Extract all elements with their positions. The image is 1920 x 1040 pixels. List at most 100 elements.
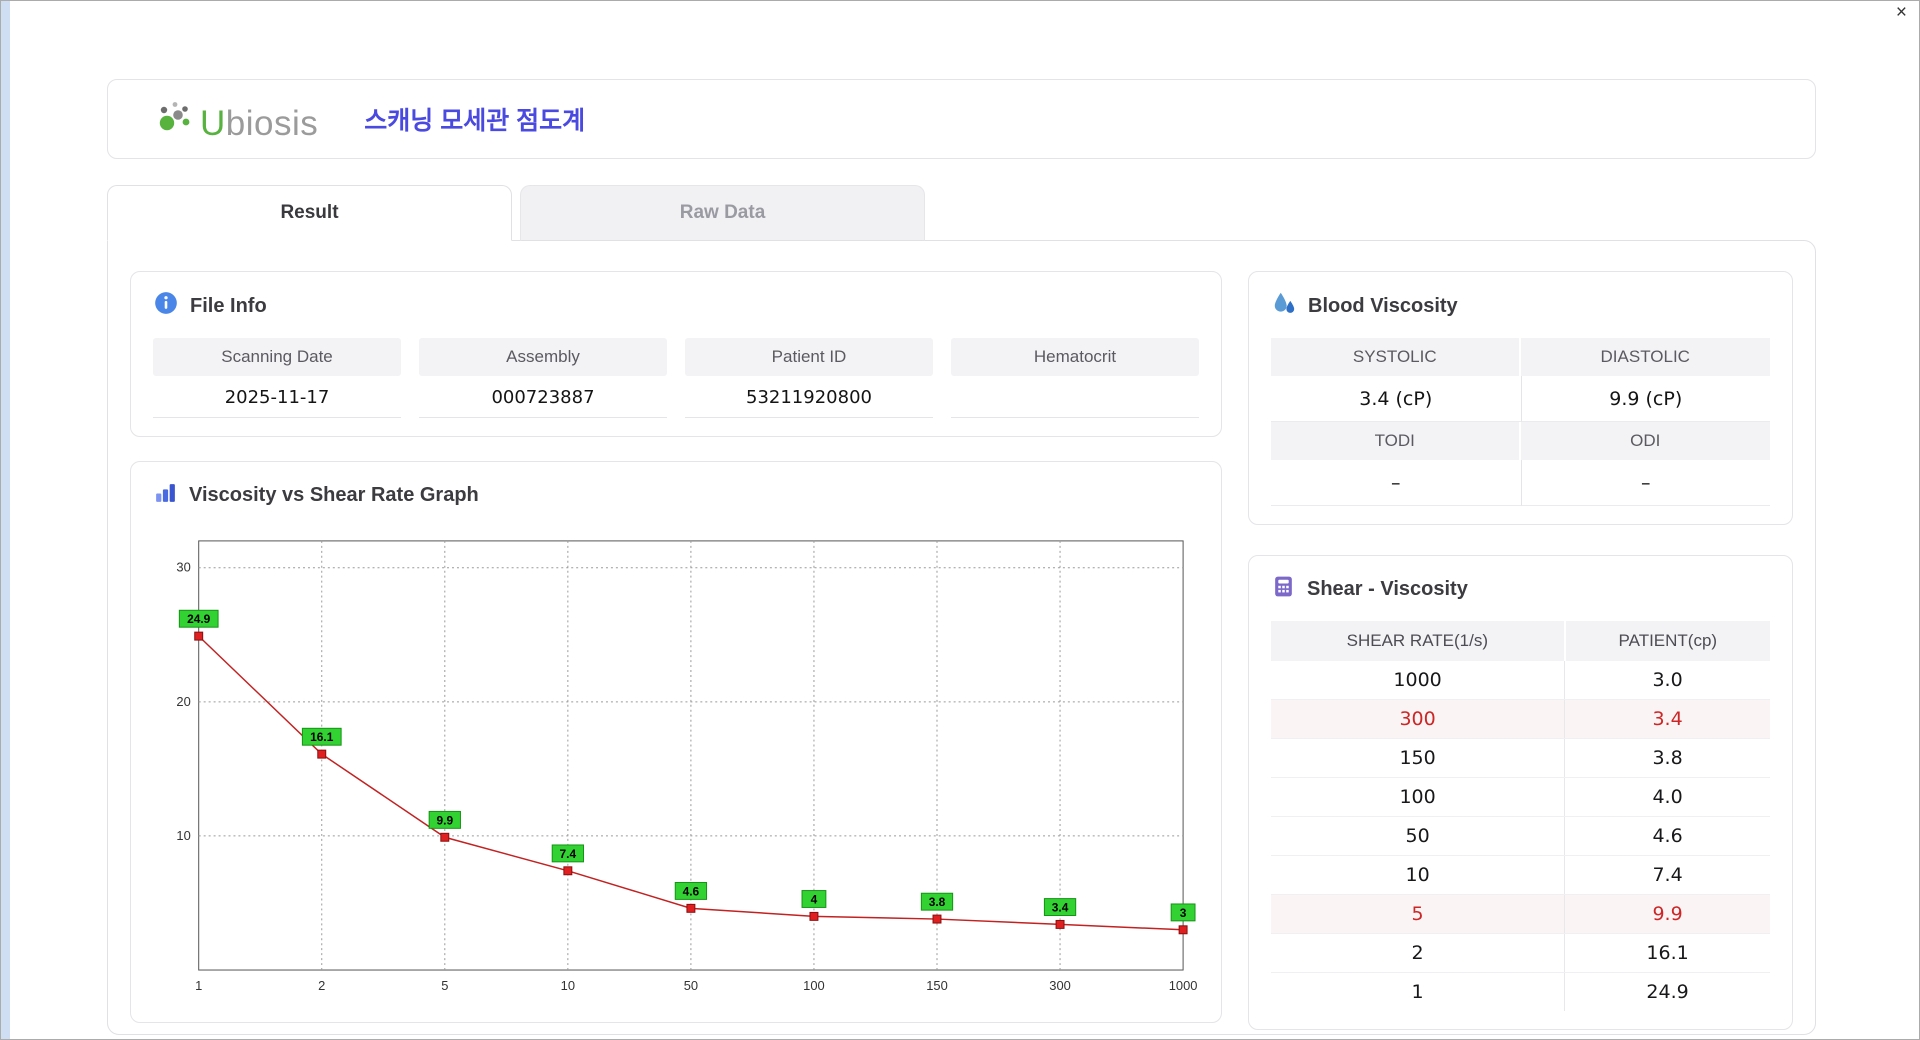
shear-rate-cell: 10 <box>1271 855 1565 895</box>
bar-chart-icon <box>153 480 178 511</box>
todi-label: TODI <box>1271 422 1521 460</box>
shear-viscosity-title: Shear - Viscosity <box>1307 578 1468 600</box>
calculator-icon <box>1271 574 1296 605</box>
table-row: 150 3.8 <box>1271 738 1770 778</box>
blood-viscosity-grid: SYSTOLIC DIASTOLIC 3.4 (cP) 9.9 (cP) TOD… <box>1271 338 1770 506</box>
field-value: 53211920800 <box>685 376 933 418</box>
file-info-title: File Info <box>190 294 267 317</box>
patient-viscosity-cell: 4.0 <box>1564 777 1770 817</box>
svg-text:300: 300 <box>1049 978 1071 993</box>
svg-text:10: 10 <box>176 828 190 843</box>
patient-column-header: PATIENT(cp) <box>1564 621 1770 661</box>
field-value <box>951 376 1199 418</box>
svg-text:3: 3 <box>1180 906 1187 920</box>
field-value: 000723887 <box>419 376 667 418</box>
diastolic-label: DIASTOLIC <box>1520 338 1770 376</box>
shear-rate-cell: 2 <box>1271 933 1565 973</box>
patient-viscosity-cell: 4.6 <box>1564 816 1770 856</box>
svg-text:24.9: 24.9 <box>187 612 211 626</box>
svg-text:5: 5 <box>441 978 448 993</box>
shear-rate-cell: 50 <box>1271 816 1565 856</box>
table-row: 5 9.9 <box>1271 894 1770 934</box>
odi-value: – <box>1520 460 1770 506</box>
shear-viscosity-card: Shear - Viscosity SHEAR RATE(1/s) PATIEN… <box>1248 555 1793 1030</box>
field-label: Scanning Date <box>153 338 401 376</box>
right-column: Blood Viscosity SYSTOLIC DIASTOLIC 3.4 (… <box>1248 271 1793 1030</box>
viscosity-chart: 10 20 30 1 2 5 10 50 100 150 300 1000 24.9 16.1 9.9 7.4… <box>176 540 1198 993</box>
svg-text:4: 4 <box>811 892 818 906</box>
svg-text:20: 20 <box>176 694 190 709</box>
patient-viscosity-cell: 7.4 <box>1564 855 1770 895</box>
shear-rate-column-header: SHEAR RATE(1/s) <box>1271 621 1566 661</box>
page-content: Ubiosis 스캐닝 모세관 점도계 Result Raw Data File… <box>1 1 1919 1035</box>
field-scanning-date: Scanning Date 2025-11-17 <box>153 338 401 418</box>
shear-rate-cell: 1000 <box>1271 661 1565 700</box>
field-label: Patient ID <box>685 338 933 376</box>
todi-value: – <box>1271 460 1521 506</box>
svg-text:9.9: 9.9 <box>437 813 454 827</box>
table-row: 50 4.6 <box>1271 816 1770 856</box>
shear-rate-cell: 5 <box>1271 894 1565 934</box>
systolic-label: SYSTOLIC <box>1271 338 1521 376</box>
graph-title-row: Viscosity vs Shear Rate Graph <box>153 480 1199 511</box>
table-row: 1000 3.0 <box>1271 661 1770 700</box>
diastolic-value: 9.9 (cP) <box>1520 376 1770 422</box>
table-row: 10 7.4 <box>1271 855 1770 895</box>
patient-viscosity-cell: 3.0 <box>1564 661 1770 700</box>
svg-text:10: 10 <box>561 978 575 993</box>
logo-letter-u: U <box>200 103 226 143</box>
shear-rate-cell: 150 <box>1271 738 1565 778</box>
field-assembly: Assembly 000723887 <box>419 338 667 418</box>
left-column: File Info Scanning Date 2025-11-17 Assem… <box>130 271 1222 1023</box>
svg-text:30: 30 <box>176 560 190 575</box>
logo-letters-rest: biosis <box>225 103 319 143</box>
shear-viscosity-title-row: Shear - Viscosity <box>1271 574 1770 605</box>
tab-result[interactable]: Result <box>107 185 512 241</box>
ubiosis-logo: Ubiosis <box>154 98 318 141</box>
svg-text:1: 1 <box>195 978 202 993</box>
shear-rate-cell: 1 <box>1411 981 1424 1003</box>
logo-dots-icon <box>154 98 196 141</box>
svg-text:3.8: 3.8 <box>929 895 946 909</box>
systolic-value: 3.4 (cP) <box>1271 376 1521 422</box>
tab-bar: Result Raw Data <box>107 185 1816 241</box>
water-drops-icon <box>1271 290 1297 322</box>
app-header: Ubiosis 스캐닝 모세관 점도계 <box>107 79 1816 159</box>
field-hematocrit: Hematocrit <box>951 338 1199 418</box>
logo-wordmark: Ubiosis <box>200 106 318 141</box>
shear-rate-cell: 300 <box>1271 699 1565 739</box>
shear-rate-cell: 100 <box>1271 777 1565 817</box>
patient-viscosity-cell: 24.9 <box>1564 972 1770 1011</box>
table-row: 2 16.1 <box>1271 933 1770 973</box>
patient-viscosity-cell: 16.1 <box>1564 933 1770 973</box>
field-patient-id: Patient ID 53211920800 <box>685 338 933 418</box>
svg-text:1000: 1000 <box>1169 978 1198 993</box>
svg-text:150: 150 <box>926 978 948 993</box>
info-icon <box>153 290 179 322</box>
svg-text:3.4: 3.4 <box>1052 901 1069 915</box>
table-row: 1 24.9 <box>1271 972 1770 1011</box>
blood-viscosity-title: Blood Viscosity <box>1308 294 1458 317</box>
shear-table-body: 1000 3.0 300 3.4 150 3.8 100 4.0 50 4.6 10 7.4 5 9.9 2… <box>1271 661 1770 1011</box>
field-label: Assembly <box>419 338 667 376</box>
close-icon[interactable]: × <box>1896 3 1907 22</box>
tab-raw-data[interactable]: Raw Data <box>520 185 925 241</box>
file-info-title-row: File Info <box>153 290 1199 322</box>
table-row: 300 3.4 <box>1271 699 1770 739</box>
viscosity-graph-card: Viscosity vs Shear Rate Graph 10 20 30 1 2 5 1… <box>130 461 1222 1023</box>
page-title: 스캐닝 모세관 점도계 <box>364 107 586 135</box>
graph-title: Viscosity vs Shear Rate Graph <box>189 484 479 506</box>
field-value: 2025-11-17 <box>153 376 401 418</box>
window-left-accent <box>1 1 10 1039</box>
svg-text:2: 2 <box>318 978 325 993</box>
field-label: Hematocrit <box>951 338 1199 376</box>
svg-text:7.4: 7.4 <box>560 847 577 861</box>
blood-viscosity-card: Blood Viscosity SYSTOLIC DIASTOLIC 3.4 (… <box>1248 271 1793 525</box>
patient-viscosity-cell: 3.8 <box>1564 738 1770 778</box>
file-info-card: File Info Scanning Date 2025-11-17 Assem… <box>130 271 1222 437</box>
odi-label: ODI <box>1520 422 1770 460</box>
shear-viscosity-table: SHEAR RATE(1/s) PATIENT(cp) 1000 3.0 300 3.… <box>1271 621 1770 1011</box>
svg-text:50: 50 <box>684 978 698 993</box>
file-info-fields: Scanning Date 2025-11-17 Assembly 000723… <box>153 338 1199 418</box>
blood-viscosity-title-row: Blood Viscosity <box>1271 290 1770 322</box>
